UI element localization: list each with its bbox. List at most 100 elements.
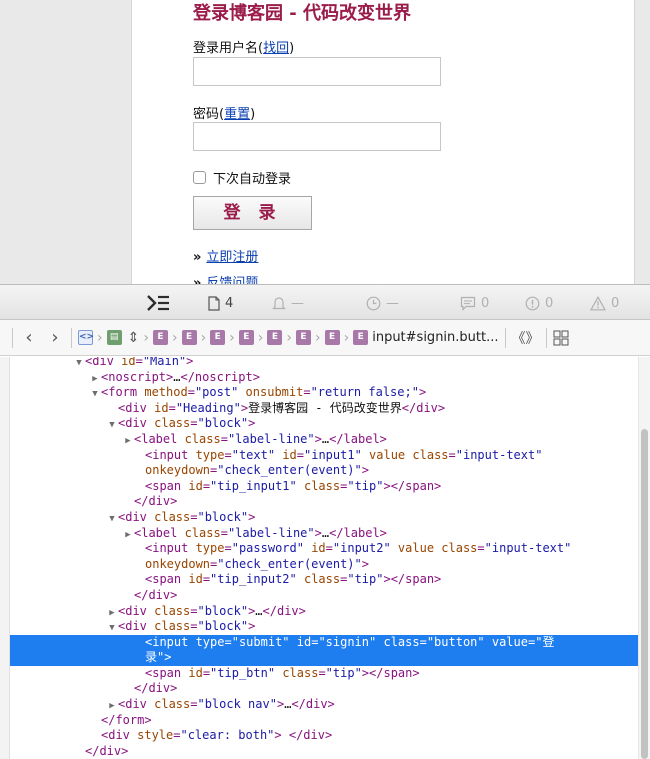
dom-token: = (224, 541, 232, 556)
dom-node-line[interactable]: ▶ <noscript>…</noscript> (10, 370, 638, 386)
dom-node-line[interactable]: </div> (10, 588, 638, 604)
dom-token: > (248, 509, 256, 524)
breadcrumb-element-main[interactable]: E (238, 330, 254, 345)
recover-username-link[interactable]: 找回 (263, 41, 289, 56)
breadcrumb-element-input[interactable]: E (353, 330, 369, 345)
layout-grid-icon[interactable] (553, 330, 569, 346)
dom-token: class (383, 634, 420, 649)
dom-token: > (240, 400, 249, 415)
breadcrumb-element-block[interactable]: E (296, 330, 311, 345)
dom-node-line[interactable]: <div style="clear: both"> </div> (10, 728, 638, 744)
dom-node-line[interactable]: <div id="Heading">登录博客园 - 代码改变世界</div> (10, 401, 638, 417)
toggle-console-button[interactable] (146, 285, 175, 321)
reset-password-link[interactable]: 重置 (224, 107, 250, 122)
breadcrumb-separator: › (315, 329, 321, 346)
dom-token: </div> (291, 697, 335, 712)
load-timer[interactable]: — (366, 285, 399, 321)
dom-node-line[interactable]: onkeydown="check_enter(event)"> (10, 557, 638, 573)
bell-icon (272, 296, 286, 309)
dom-token: onkeydown (145, 463, 211, 478)
breadcrumb-element-html[interactable]: E (152, 330, 168, 345)
console-issues-count: 0 (545, 295, 554, 311)
dom-scrollbar-thumb[interactable] (641, 429, 648, 759)
frame-selector-chevron-icon[interactable]: ⇕ (128, 330, 140, 346)
breadcrumb-selected-element[interactable]: input#signin.butt... (372, 330, 498, 345)
dom-token: "block" (197, 619, 249, 634)
dom-token: class (441, 541, 478, 556)
breadcrumb-element-body[interactable]: E (181, 330, 197, 345)
back-arrow-icon[interactable]: ‹ (19, 327, 39, 348)
forward-arrow-icon[interactable]: › (45, 327, 65, 348)
dom-token: id (311, 541, 326, 556)
dom-node-line[interactable]: </form> (10, 713, 638, 729)
username-input[interactable] (193, 57, 441, 86)
remember-checkbox[interactable] (193, 171, 206, 184)
dom-token: "Heading" (175, 400, 241, 415)
feedback-link[interactable]: 反馈问题 (206, 276, 258, 284)
dom-node-line[interactable]: onkeydown="check_enter(event)"> (10, 463, 638, 479)
divider (12, 327, 13, 348)
dom-token: "tip_input1" (210, 478, 297, 493)
frame-node-icon[interactable]: ▤ (106, 330, 122, 345)
breadcrumb-element-wrapper[interactable]: E (210, 330, 226, 345)
dom-node-line-selected[interactable]: <input type="submit" id="signin" class="… (10, 634, 638, 651)
dom-token: > (164, 650, 172, 665)
feedback-nav-item: » 反馈问题 (193, 272, 258, 284)
dom-node-line[interactable]: ▼ <div class="block"> (10, 510, 638, 526)
dom-token: "input-text" (484, 541, 572, 556)
dom-token: <span (145, 478, 189, 493)
console-logs[interactable]: 0 (460, 285, 489, 321)
dom-node-line[interactable]: </div> (10, 494, 638, 510)
nav-bullet: » (193, 276, 202, 284)
register-link[interactable]: 立即注册 (206, 250, 258, 265)
dom-node-line[interactable]: ▼ <div id="Main"> (10, 357, 638, 370)
dom-token: "tip" (347, 478, 384, 493)
console-issues[interactable]: 0 (525, 285, 553, 321)
dom-node-line[interactable]: ▶ <div class="block nav">…</div> (10, 697, 638, 713)
dom-token: "label-line" (227, 525, 315, 540)
console-warnings[interactable]: 0 (590, 285, 619, 321)
dom-node-line[interactable]: <input type="text" id="input1" value cla… (10, 448, 638, 464)
breadcrumb-element-div[interactable]: E (324, 330, 340, 345)
dom-scrollbar-track[interactable] (638, 357, 650, 759)
network-errors[interactable]: — (272, 285, 304, 321)
dom-token: "tip" (347, 572, 384, 587)
resources-count[interactable]: 4 (208, 285, 233, 321)
dom-node-line-selected[interactable]: 录"> (10, 650, 638, 666)
dom-node-line[interactable]: <span id="tip_input1" class="tip"></span… (10, 479, 638, 495)
dom-node-line[interactable]: ▶ <div class="block">…</div> (10, 604, 638, 620)
dom-token: > </div> (274, 728, 333, 743)
dom-tree-lines: ▼ <div id="Main"> ▶ <noscript>…</noscript> ▼… (10, 357, 638, 759)
dom-token: class (154, 603, 191, 618)
password-input[interactable] (193, 122, 441, 151)
dom-token: ></span> (383, 572, 442, 587)
dom-token: <noscript> (101, 369, 174, 384)
dom-node-line[interactable]: <span id="tip_input2" class="tip"></span… (10, 572, 638, 588)
dom-breadcrumb-bar: ‹ › <> › ▤ ⇕ › E › E › E › E › E › E › E… (0, 320, 650, 356)
elements-tab-icon[interactable]: 《》 (512, 328, 540, 348)
dom-token: ></span> (361, 665, 420, 680)
dom-token: "password" (231, 541, 304, 556)
signin-button[interactable]: 登 录 (193, 196, 312, 230)
nav-bullet: » (193, 250, 202, 265)
dom-node-line[interactable]: ▶ <label class="label-line">…</label> (10, 526, 638, 542)
document-node-icon[interactable]: <> (78, 330, 94, 345)
dom-node-line[interactable]: ▼ <div class="block"> (10, 619, 638, 635)
dom-token: <div (118, 619, 155, 634)
dom-node-line[interactable]: </div> (10, 681, 638, 697)
dom-token: <div (118, 416, 155, 431)
dom-token: class (154, 619, 191, 634)
dom-token: = (168, 400, 176, 415)
dom-node-line[interactable]: ▶ <label class="label-line">…</label> (10, 432, 638, 448)
dom-token: "tip_input2" (210, 572, 297, 587)
dom-token: > (418, 385, 427, 400)
dom-node-line[interactable]: <input type="password" id="input2" value… (10, 541, 638, 557)
dom-node-line[interactable]: </div> (10, 744, 638, 759)
dom-node-line[interactable]: ▼ <form method="post" onsubmit="return fa… (10, 385, 638, 401)
dom-node-line[interactable]: ▼ <div class="block"> (10, 416, 638, 432)
dom-node-line[interactable]: <span id="tip_btn" class="tip"></span> (10, 666, 638, 682)
breadcrumb-element-form[interactable]: E (267, 330, 283, 345)
dom-token: "check_enter(event)" (217, 463, 362, 478)
error-circle-icon (525, 296, 540, 310)
dom-token: = (318, 665, 326, 680)
